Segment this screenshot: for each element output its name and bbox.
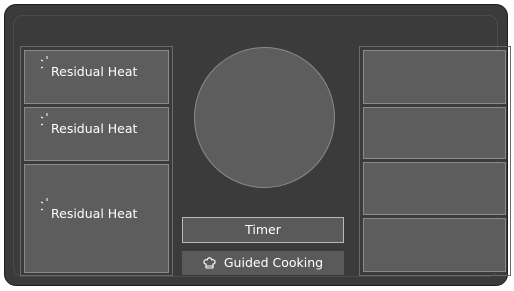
right-zone-group	[359, 46, 511, 276]
residual-heat-label: Residual Heat	[51, 64, 138, 79]
residual-heat-label: Residual Heat	[51, 206, 138, 221]
right-zone-4[interactable]	[363, 218, 506, 272]
left-zone-1[interactable]: Residual Heat	[24, 50, 169, 104]
right-zone-1[interactable]	[363, 50, 506, 104]
timer-button[interactable]: Timer	[182, 217, 344, 243]
cooktop-panel: Residual Heat Residual Heat Residual Hea…	[4, 4, 511, 286]
guided-cooking-label: Guided Cooking	[223, 255, 324, 270]
residual-heat-label: Residual Heat	[51, 121, 138, 136]
center-round-zone[interactable]	[194, 47, 335, 188]
timer-label: Timer	[245, 222, 281, 237]
right-zone-3[interactable]	[363, 162, 506, 215]
cooktop-surface: Residual Heat Residual Heat Residual Hea…	[13, 15, 511, 277]
right-zone-2[interactable]	[363, 107, 506, 159]
guided-cooking-button[interactable]: Guided Cooking	[182, 251, 344, 275]
left-zone-group: Residual Heat Residual Heat Residual Hea…	[20, 46, 173, 276]
left-zone-2[interactable]: Residual Heat	[24, 107, 169, 161]
left-zone-3[interactable]: Residual Heat	[24, 164, 169, 273]
chef-hat-icon	[203, 257, 216, 269]
